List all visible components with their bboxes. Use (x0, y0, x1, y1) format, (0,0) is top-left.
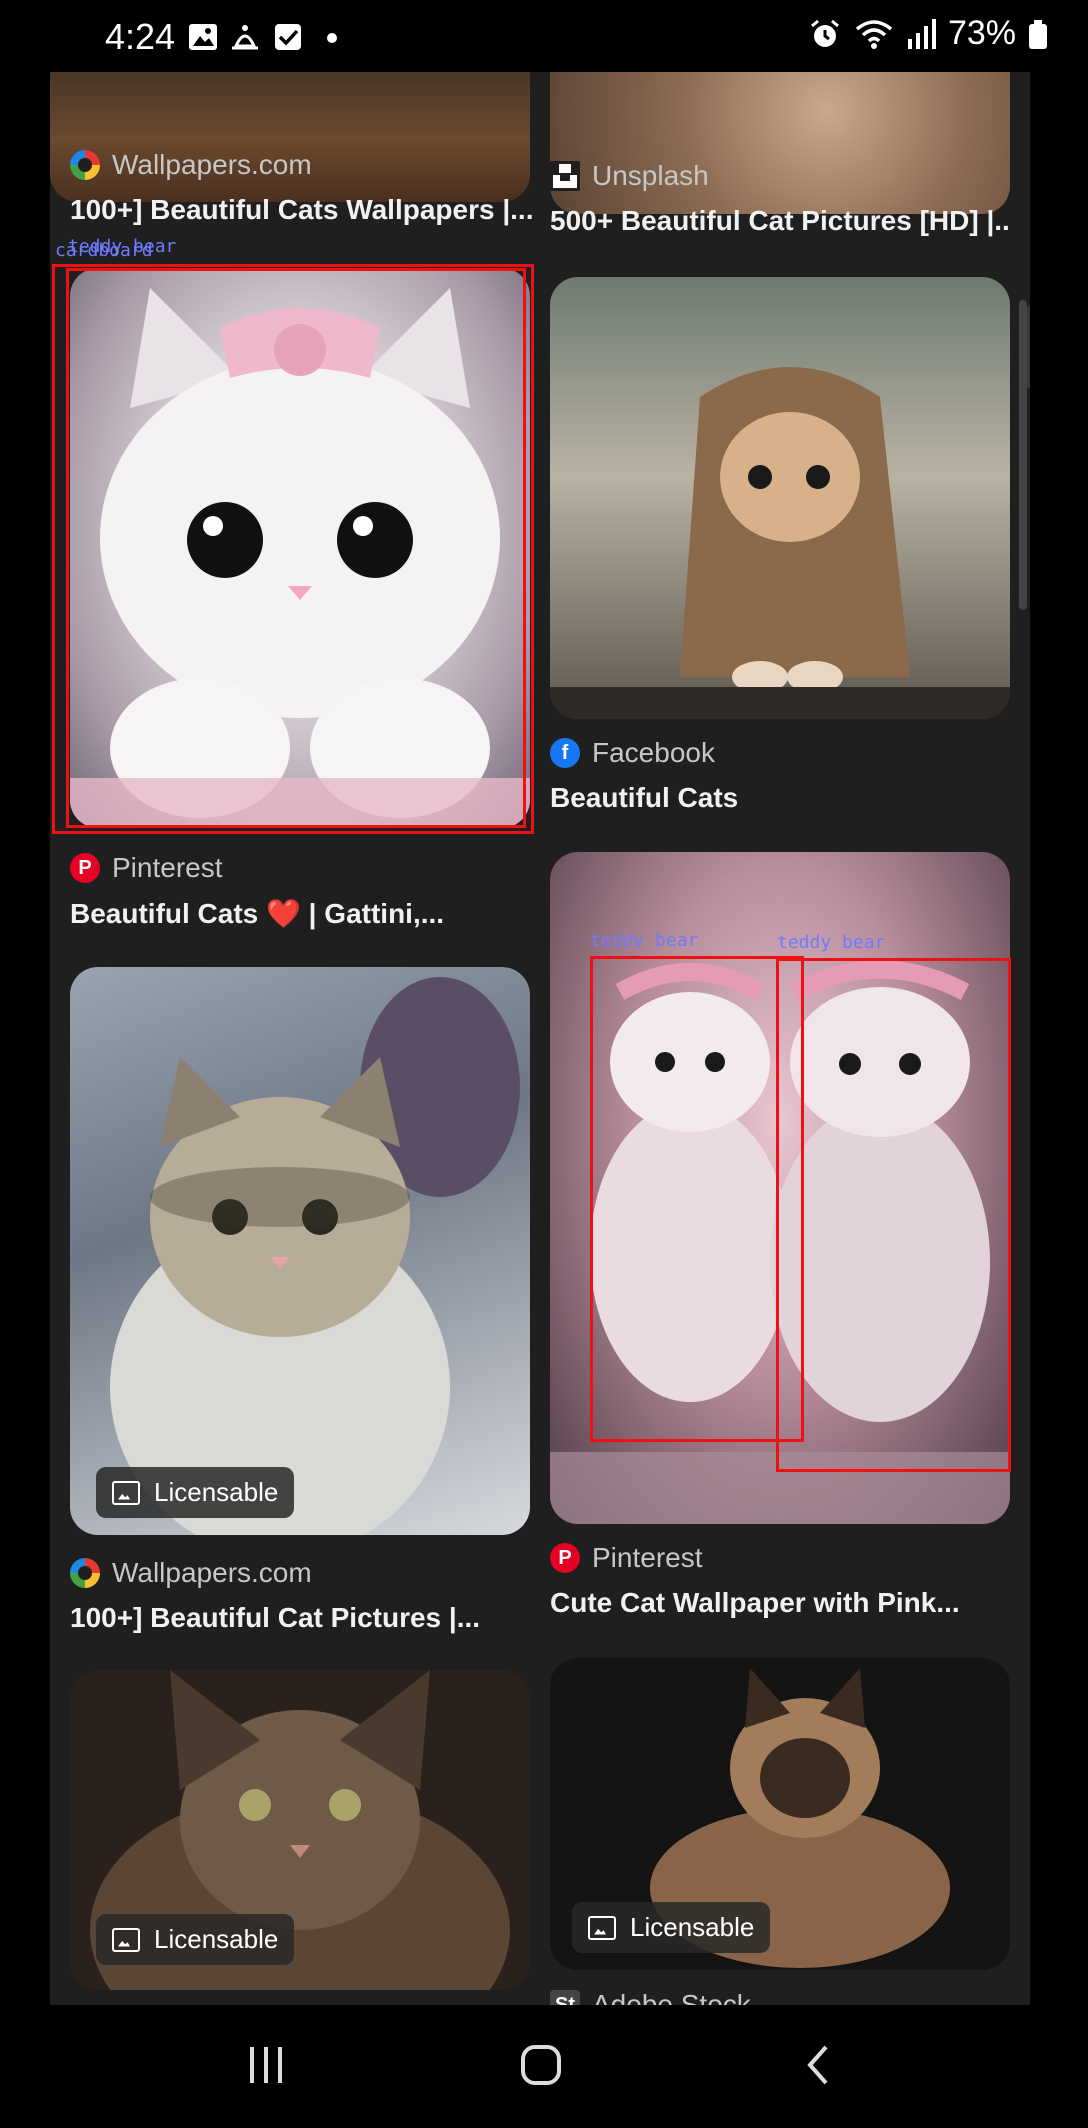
battery-percent: 73% (947, 14, 1016, 52)
facebook-logo-icon: f (550, 738, 580, 768)
image-result-thumbnail[interactable] (50, 72, 530, 202)
recent-apps-icon (250, 2047, 282, 2083)
scrollbar[interactable] (1019, 300, 1027, 610)
annotation-label: teddy bear (590, 930, 699, 951)
annotation-box (66, 268, 526, 828)
signal-icon (907, 18, 936, 49)
image-result-thumbnail[interactable]: Licensable (550, 1658, 1010, 1970)
image-result-thumbnail[interactable] (550, 72, 1010, 214)
result-source-name: Wallpapers.com (112, 149, 312, 180)
result-title[interactable]: Beautiful Cats ❤️ | Gattini,... (70, 897, 444, 930)
battery-icon (1029, 19, 1047, 49)
result-title[interactable]: Cute Cat Wallpaper with Pink... (550, 1587, 960, 1619)
pinterest-logo-icon: P (70, 853, 100, 883)
result-source[interactable]: f Facebook (550, 737, 715, 769)
system-navigation-bar (0, 2005, 1088, 2128)
result-title[interactable]: 100+] Beautiful Cat Pictures |... (70, 1602, 480, 1634)
image-result-thumbnail[interactable] (550, 277, 1010, 719)
result-source[interactable]: Unsplash (550, 160, 709, 192)
alarm-off-icon (232, 25, 258, 50)
result-source-name: Pinterest (592, 1542, 703, 1573)
hooded-kitten-illustration (550, 367, 1010, 719)
gallery-icon (189, 24, 217, 50)
result-source[interactable]: Wallpapers.com (70, 149, 312, 181)
back-icon (807, 2045, 828, 2085)
result-title[interactable]: 100+] Beautiful Cats Wallpapers |... (70, 194, 534, 226)
image-icon (112, 1927, 140, 1952)
wallpapers-logo-icon (70, 150, 100, 180)
result-source[interactable]: St Adobe Stock (550, 1989, 751, 2005)
notification-dot-icon (327, 33, 337, 43)
result-source-name: Unsplash (592, 160, 709, 191)
result-source-name: Facebook (592, 737, 715, 768)
recent-apps-button[interactable] (236, 2035, 296, 2095)
home-button[interactable] (511, 2035, 571, 2095)
result-source-name: Pinterest (112, 852, 223, 883)
wallpapers-logo-icon (70, 1558, 100, 1588)
licensable-badge: Licensable (96, 1914, 295, 1965)
licensable-label: Licensable (154, 1477, 279, 1507)
adobe-stock-logo-icon: St (550, 1990, 580, 2005)
unsplash-logo-icon (550, 161, 580, 191)
annotation-label: teddy bear (68, 236, 177, 257)
licensable-label: Licensable (630, 1912, 755, 1942)
annotation-box (590, 956, 804, 1442)
wifi-icon (855, 19, 893, 49)
tabby-kitten-illustration (110, 977, 520, 1535)
home-icon (521, 2045, 561, 2085)
licensable-label: Licensable (154, 1924, 279, 1954)
checkbox-icon (275, 24, 301, 50)
image-icon (588, 1915, 616, 1940)
result-source-name: Adobe Stock (592, 1989, 751, 2005)
result-title[interactable]: 500+ Beautiful Cat Pictures [HD] |... (550, 205, 1010, 237)
result-title[interactable]: Beautiful Cats (550, 782, 738, 814)
image-icon (112, 1480, 140, 1505)
status-right: 73% (808, 14, 1048, 53)
image-results-grid: Wallpapers.com 100+] Beautiful Cats Wall… (50, 72, 1030, 2005)
result-source-name: Wallpapers.com (112, 1557, 312, 1588)
image-result-thumbnail[interactable]: Licensable (70, 1670, 530, 1990)
back-button[interactable] (788, 2035, 848, 2095)
licensable-badge: Licensable (96, 1467, 295, 1518)
result-source[interactable]: P Pinterest (550, 1542, 703, 1574)
pinterest-logo-icon: P (550, 1543, 580, 1573)
licensable-badge: Licensable (572, 1902, 771, 1953)
alarm-icon (810, 19, 839, 47)
status-time: 4:24 (105, 16, 176, 57)
status-bar: 4:24 73% (0, 0, 1088, 72)
annotation-box (776, 958, 1011, 1472)
annotation-label: teddy bear (777, 932, 886, 953)
result-source[interactable]: Wallpapers.com (70, 1557, 312, 1589)
result-source[interactable]: P Pinterest (70, 852, 223, 884)
image-result-thumbnail[interactable]: Licensable (70, 967, 530, 1535)
